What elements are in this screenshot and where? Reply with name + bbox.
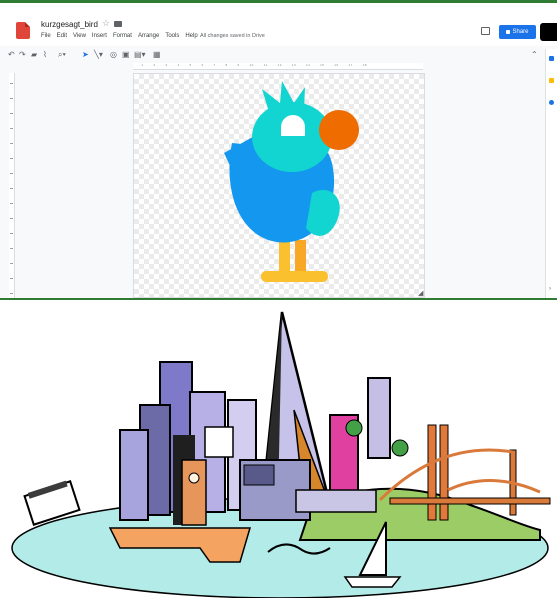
clock-face	[188, 472, 200, 484]
bird-illustration[interactable]	[0, 3, 557, 300]
bird-beak	[319, 110, 359, 150]
bridge-cable-2	[447, 479, 541, 494]
expand-panel-icon[interactable]: ›	[549, 286, 551, 292]
screenshot-root: kurzgesagt_bird ☆ File Edit View Insert …	[0, 0, 557, 598]
clock-tower	[181, 459, 207, 526]
keep-icon[interactable]	[549, 78, 554, 83]
low-building	[295, 489, 377, 513]
building-windows	[204, 426, 234, 458]
side-panel	[545, 49, 557, 298]
drawings-editor-window: kurzgesagt_bird ☆ File Edit View Insert …	[0, 0, 557, 300]
bird-right-foot	[286, 271, 328, 282]
calendar-icon[interactable]	[549, 56, 554, 61]
tree-1	[345, 419, 363, 437]
window-panel	[243, 464, 275, 486]
bird-right-leg	[295, 240, 306, 276]
tasks-icon[interactable]	[549, 100, 554, 105]
bird-left-leg	[279, 240, 290, 276]
bridge-tower-left	[427, 424, 437, 521]
bridge-deck	[389, 497, 551, 505]
bird-crest	[262, 81, 305, 111]
sailboat-hull	[343, 576, 402, 588]
tree-2	[391, 439, 409, 457]
building-short	[119, 429, 149, 521]
building-tower-right	[367, 377, 391, 459]
city-skyline-illustration	[11, 311, 551, 598]
bridge-tower-left-2	[439, 424, 449, 521]
resize-handle[interactable]: ◢	[418, 289, 423, 297]
